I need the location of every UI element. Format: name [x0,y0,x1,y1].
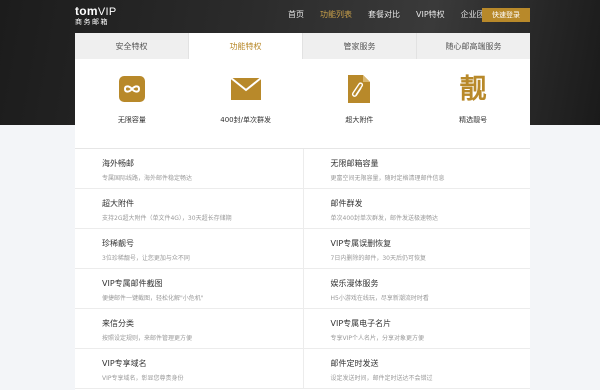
item-description: 专享VIP个人名片，分享对象更方便 [330,335,425,342]
item-title: VIP专属邮件截图 [102,279,163,288]
nav-item-compare[interactable]: 套餐对比 [368,9,400,20]
logo-vip-text: VIP [97,6,117,18]
nav-item-vip[interactable]: VIP特权 [416,9,445,20]
list-item: 邮件群发 单次400封单次群发，邮件发送极速畅达 [302,189,530,229]
item-description: 按照设定规则，来邮件管理更方便 [102,335,193,342]
feature-label: 超大附件 [345,116,374,124]
feature-bulk-send[interactable]: 400封/单次群发 [189,59,303,148]
feature-large-attachment[interactable]: 超大附件 [303,59,417,148]
list-item: VIP专享域名 VIP专享域名，彰显您尊贵身份 [75,349,303,389]
list-item: 邮件定时发送 设定发送时间，邮件定时送达不会错过 [302,349,530,389]
item-title: 无限邮箱容量 [330,159,379,168]
feature-premium-number[interactable]: 靓 精选靓号 [416,59,530,148]
feature-unlimited-storage[interactable]: 无限容量 [75,59,189,148]
top-navigation-bar: tomVIP 商务邮箱 首页 功能列表 套餐对比 VIP特权 企业团购 快速登录 [0,0,600,30]
item-title: 来信分类 [102,319,134,328]
feature-label: 无限容量 [117,116,146,124]
item-title: VIP专属电子名片 [330,319,392,328]
list-item: 珍稀靓号 3位珍稀靓号，让您更加与众不同 [75,229,303,269]
list-item: 娱乐漫体服务 H5小游戏在线玩，尽享新潮流时时看 [302,269,530,309]
item-description: 专属国际线路，海外邮件稳定畅达 [102,175,193,182]
feature-highlights: 无限容量 400封/单次群发 超大附件 靓 精选靓号 [75,59,530,149]
item-description: 3位珍稀靓号，让您更加与众不同 [102,255,190,262]
item-title: 邮件定时发送 [330,359,379,368]
item-title: 海外畅邮 [102,159,134,168]
liang-character-icon: 靓 [457,73,489,105]
tab-features[interactable]: 功能特权 [189,33,303,59]
tab-bar: 安全特权 功能特权 管家服务 随心邮高端服务 [75,33,530,59]
item-description: 单次400封单次群发，邮件发送极速畅达 [330,215,438,222]
item-title: 娱乐漫体服务 [330,279,379,288]
item-description: VIP专享域名，彰显您尊贵身份 [102,375,184,382]
feature-panel: 安全特权 功能特权 管家服务 随心邮高端服务 无限容量 400封/单次群发 超大… [75,33,530,390]
feature-label: 精选靓号 [459,116,488,124]
tab-security[interactable]: 安全特权 [75,33,189,59]
list-item: VIP专属邮件截图 便捷邮件一键截图，轻松化解"小危机" [75,269,303,309]
item-description: 更富空间无限容量，随时定格清理邮件信息 [330,175,445,182]
item-title: 超大附件 [102,199,134,208]
item-description: 7日内删除的邮件，30天后仍可恢复 [330,255,426,262]
item-title: VIP专享域名 [102,359,147,368]
main-nav: 首页 功能列表 套餐对比 VIP特权 企业团购 [288,9,509,20]
item-title: VIP专属误删恢复 [330,239,392,248]
logo-main-text: tom [75,4,98,18]
infinity-icon [116,73,148,105]
nav-item-features[interactable]: 功能列表 [320,9,352,20]
item-description: 支持2G超大附件（单文件4G），30天超长存储期 [102,215,232,222]
envelope-icon [230,73,262,105]
logo-subtitle: 商务邮箱 [75,18,109,26]
quick-login-button[interactable]: 快速登录 [482,8,530,22]
nav-item-home[interactable]: 首页 [288,9,304,20]
tab-butler[interactable]: 管家服务 [303,33,417,59]
list-item: VIP专属误删恢复 7日内删除的邮件，30天后仍可恢复 [302,229,530,269]
brand-logo[interactable]: tomVIP 商务邮箱 [75,5,117,26]
item-description: 便捷邮件一键截图，轻松化解"小危机" [102,295,204,302]
item-title: 珍稀靓号 [102,239,134,248]
list-item: 海外畅邮 专属国际线路，海外邮件稳定畅达 [75,149,303,189]
feature-list: 海外畅邮 专属国际线路，海外邮件稳定畅达 无限邮箱容量 更富空间无限容量，随时定… [75,149,530,389]
feature-label: 400封/单次群发 [220,116,271,124]
list-item: 无限邮箱容量 更富空间无限容量，随时定格清理邮件信息 [302,149,530,189]
list-item: VIP专属电子名片 专享VIP个人名片，分享对象更方便 [302,309,530,349]
paperclip-file-icon [343,73,375,105]
item-description: 设定发送时间，邮件定时送达不会错过 [330,375,433,382]
list-item: 超大附件 支持2G超大附件（单文件4G），30天超长存储期 [75,189,303,229]
item-description: H5小游戏在线玩，尽享新潮流时时看 [330,295,429,302]
feature-glyph: 靓 [459,73,487,105]
list-item: 来信分类 按照设定规则，来邮件管理更方便 [75,309,303,349]
item-title: 邮件群发 [330,199,363,208]
tab-premium[interactable]: 随心邮高端服务 [417,33,530,59]
